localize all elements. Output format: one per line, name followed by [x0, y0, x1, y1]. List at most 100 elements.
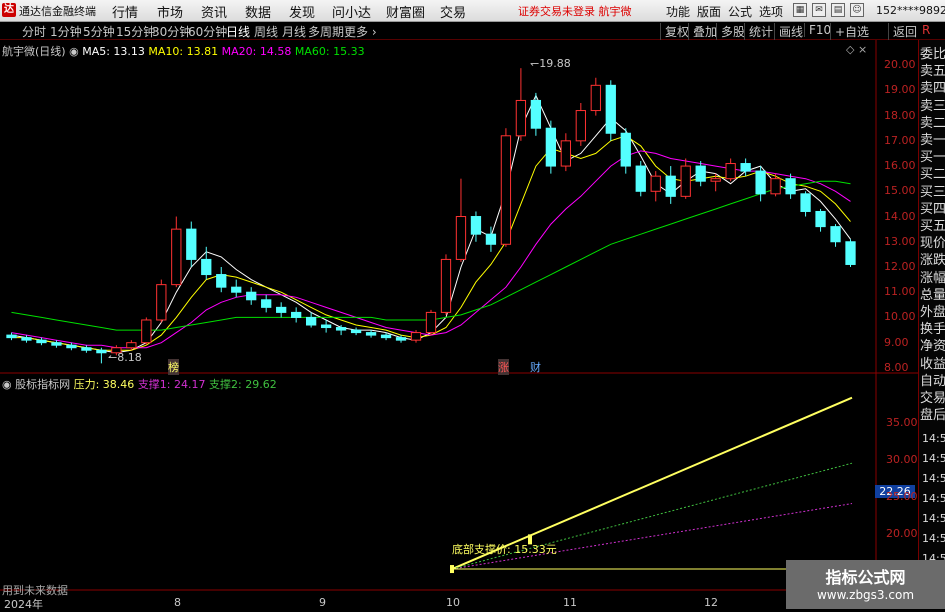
- y-tick-label: 15.00: [884, 184, 916, 198]
- candle-body: [695, 165, 706, 182]
- candle-body: [680, 165, 691, 197]
- grid-icon[interactable]: ▦: [793, 3, 807, 17]
- chevron-right-icon: ›: [368, 25, 377, 39]
- side-item[interactable]: 换手: [920, 321, 945, 338]
- x-label-dec: 12: [704, 596, 718, 609]
- side-item[interactable]: 买四: [920, 201, 945, 218]
- period-tab-intraday[interactable]: 分时: [22, 23, 46, 40]
- login-warning[interactable]: 证券交易未登录 航宇微: [518, 3, 632, 19]
- side-item[interactable]: 盘后: [920, 407, 945, 424]
- account-id[interactable]: 152****9892: [876, 4, 945, 17]
- side-item[interactable]: 卖一: [920, 132, 945, 149]
- period-tab-multi[interactable]: 多周期: [308, 23, 344, 40]
- side-item[interactable]: 买二: [920, 166, 945, 183]
- app-title: 通达信金融终端: [19, 5, 96, 18]
- side-item[interactable]: 收益: [920, 356, 945, 373]
- menu-item-options[interactable]: 选项: [759, 3, 783, 20]
- r-icon[interactable]: R: [922, 23, 930, 37]
- x-label-2024: 2024年: [4, 598, 43, 611]
- toolbar-draw[interactable]: 画线: [774, 23, 803, 40]
- candle-body: [500, 135, 512, 245]
- side-item[interactable]: 卖五: [920, 63, 945, 80]
- side-item[interactable]: 买一: [920, 149, 945, 166]
- candle-body: [410, 332, 422, 341]
- chat-icon[interactable]: ✉: [812, 3, 826, 17]
- candle-body: [725, 163, 736, 180]
- candle-body: [815, 210, 826, 228]
- candle-body: [665, 175, 676, 197]
- side-item[interactable]: 涨跌: [920, 252, 945, 269]
- period-tab-1min[interactable]: 1分钟: [50, 23, 82, 40]
- side-item[interactable]: 净资: [920, 338, 945, 355]
- candle-body: [305, 316, 317, 326]
- menu-item-function[interactable]: 功能: [666, 3, 690, 20]
- candle-body: [560, 140, 571, 167]
- side-item[interactable]: 卖三: [920, 98, 945, 115]
- menu-item-news[interactable]: 资讯: [201, 2, 227, 21]
- side-item[interactable]: 委比: [920, 46, 945, 63]
- y-tick-label: 10.00: [884, 310, 916, 324]
- side-item[interactable]: 卖四: [920, 80, 945, 97]
- side-item[interactable]: 外盘: [920, 304, 945, 321]
- candle-body: [440, 258, 452, 313]
- side-item[interactable]: 涨幅: [920, 270, 945, 287]
- side-item[interactable]: 自动: [920, 373, 945, 390]
- side-time: 14:56: [922, 472, 945, 485]
- period-tab-more[interactable]: 更多 ›: [344, 23, 377, 40]
- y-tick-label-indicator: 20.00: [886, 527, 918, 541]
- side-item[interactable]: 卖二: [920, 115, 945, 132]
- toolbar-overlay[interactable]: 叠加: [688, 23, 717, 40]
- y-tick-label: 13.00: [884, 234, 916, 248]
- toolbar-multistock[interactable]: 多股: [716, 23, 745, 40]
- period-tab-monthly[interactable]: 月线: [282, 23, 306, 40]
- high-label: ↽19.88: [530, 57, 571, 70]
- side-item[interactable]: 现价: [920, 235, 945, 252]
- period-tab-5min[interactable]: 5分钟: [83, 23, 115, 40]
- side-time: 14:56: [922, 532, 945, 545]
- side-item[interactable]: 交易: [920, 390, 945, 407]
- candle-body: [515, 99, 527, 137]
- user-icon[interactable]: ☺: [850, 3, 864, 17]
- marker-bang[interactable]: 榜: [168, 359, 179, 375]
- side-time: 14:56: [922, 492, 945, 505]
- app-logo-icon: 达: [2, 3, 16, 17]
- period-tab-60min[interactable]: 60分钟: [188, 23, 227, 40]
- menu-item-market[interactable]: 市场: [157, 2, 183, 21]
- candle-body: [350, 329, 362, 334]
- calendar-icon[interactable]: ▤: [831, 3, 845, 17]
- menu-item-data[interactable]: 数据: [245, 2, 271, 21]
- side-item[interactable]: 买三: [920, 184, 945, 201]
- toolbar-f10[interactable]: F10: [804, 23, 831, 37]
- candle-body: [425, 311, 437, 334]
- candle-body: [545, 127, 557, 167]
- candle-body: [276, 306, 287, 313]
- toolbar-stats[interactable]: 统计: [744, 23, 773, 40]
- menu-item-wenxiaoda[interactable]: 问小达: [332, 2, 371, 21]
- menu-item-wealth[interactable]: 财富圈: [386, 2, 425, 21]
- candle-body: [171, 228, 182, 286]
- price-chart[interactable]: [0, 40, 918, 609]
- menu-item-quotes[interactable]: 行情: [112, 2, 138, 21]
- stock-name: 航宇微: [598, 5, 632, 18]
- period-tab-15min[interactable]: 15分钟: [116, 23, 155, 40]
- period-tab-30min[interactable]: 30分钟: [152, 23, 191, 40]
- candle-body: [21, 337, 32, 341]
- candle-body: [785, 178, 796, 195]
- side-item[interactable]: 买五: [920, 218, 945, 235]
- menu-item-trade[interactable]: 交易: [440, 2, 466, 21]
- period-tab-weekly[interactable]: 周线: [254, 23, 278, 40]
- toolbar-back[interactable]: 返回: [888, 23, 917, 40]
- toolbar-add-watchlist[interactable]: +自选: [830, 23, 869, 40]
- menu-item-discover[interactable]: 发现: [289, 2, 315, 21]
- y-tick-label: 19.00: [884, 83, 916, 97]
- period-tab-daily[interactable]: 日线: [226, 23, 250, 40]
- y-tick-label: 14.00: [884, 209, 916, 223]
- candle-body: [635, 165, 646, 192]
- menu-item-formula[interactable]: 公式: [728, 3, 752, 20]
- marker-zhang[interactable]: 涨: [498, 359, 509, 375]
- menu-item-layout[interactable]: 版面: [697, 3, 721, 20]
- toolbar-fuquan[interactable]: 复权: [660, 23, 689, 40]
- side-item[interactable]: 总量: [920, 287, 945, 304]
- marker-cai[interactable]: 财: [530, 359, 541, 375]
- x-label-nov: 11: [563, 596, 577, 609]
